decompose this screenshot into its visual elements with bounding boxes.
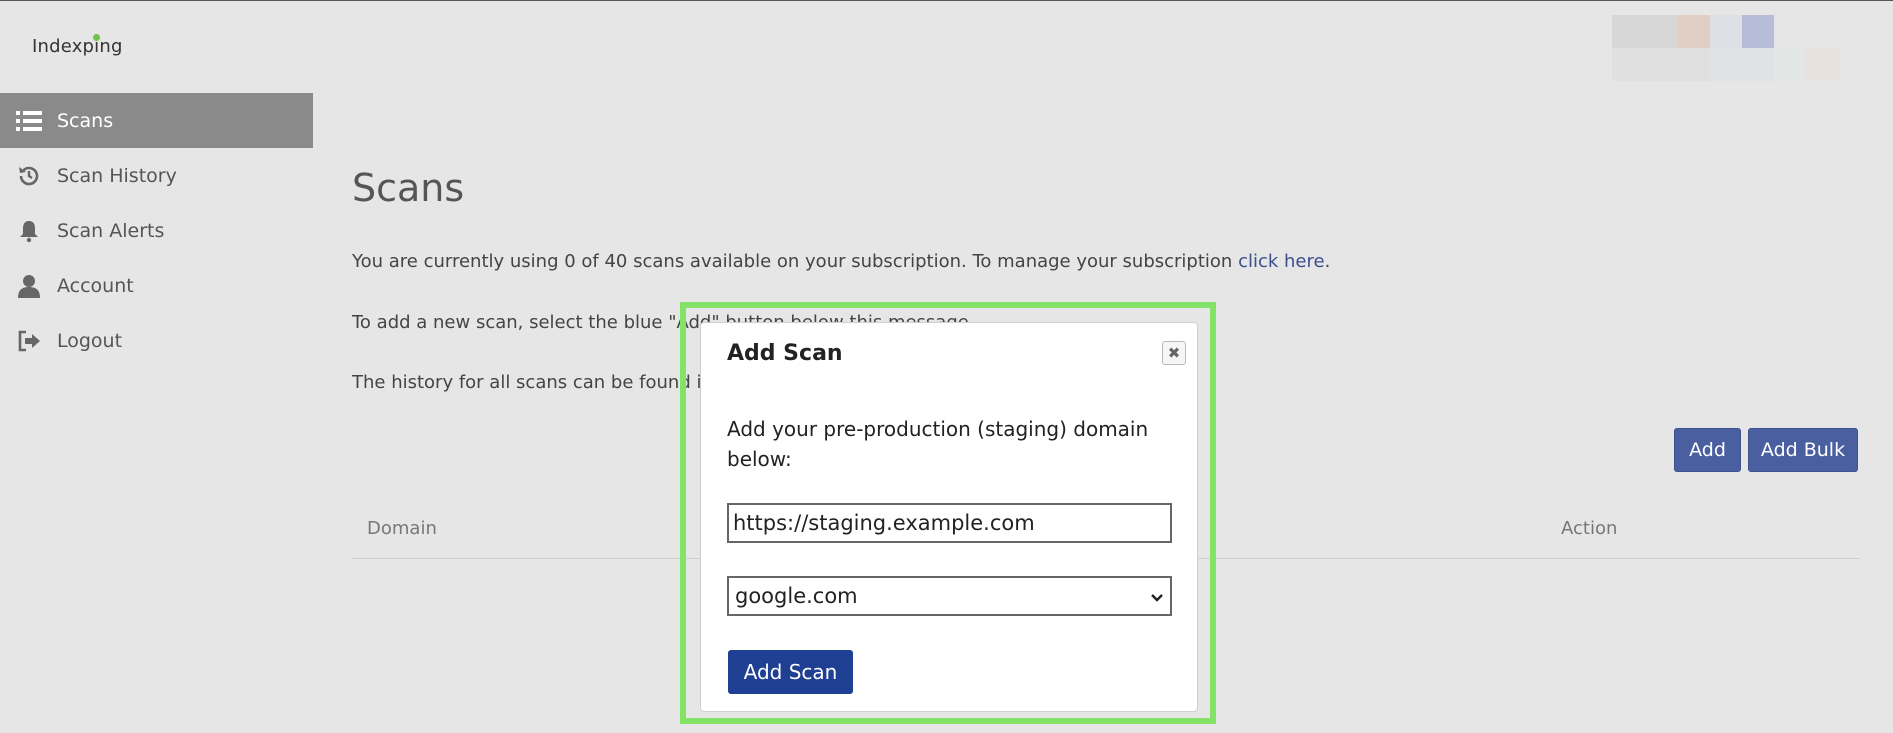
search-engine-select[interactable]: google.com [727, 576, 1172, 616]
sidebar-item-label: Scans [57, 109, 114, 132]
manage-subscription-link[interactable]: click here [1238, 251, 1325, 272]
usage-end: . [1324, 251, 1331, 272]
logo-dot [93, 34, 100, 41]
logout-icon [16, 328, 42, 354]
sidebar-item-label: Account [57, 274, 134, 297]
sidebar-item-logout[interactable]: Logout [0, 313, 313, 368]
column-header-domain[interactable]: Domain [367, 518, 437, 539]
user-icon [16, 273, 42, 299]
list-icon [16, 108, 42, 134]
column-header-action[interactable]: Action [1561, 518, 1617, 539]
add-scan-submit-button[interactable]: Add Scan [728, 650, 853, 694]
add-scan-modal: Add Scan ✖ Add your pre-production (stag… [700, 322, 1198, 712]
history-icon [16, 163, 42, 189]
usage-message: You are currently using 0 of 40 scans av… [352, 251, 1239, 272]
user-avatar-blurred[interactable] [1612, 15, 1840, 81]
sidebar-item-label: Logout [57, 329, 123, 352]
add-bulk-button[interactable]: Add Bulk [1748, 428, 1858, 472]
modal-description: Add your pre-production (staging) domain… [727, 417, 1149, 471]
sidebar-item-label: Scan History [57, 164, 177, 187]
add-button[interactable]: Add [1674, 428, 1741, 472]
sidebar-item-account[interactable]: Account [0, 258, 313, 313]
bell-icon [16, 218, 42, 244]
sidebar-item-label: Scan Alerts [57, 219, 165, 242]
search-engine-selected: google.com [735, 584, 858, 608]
domain-input[interactable] [727, 503, 1172, 543]
modal-title: Add Scan [727, 341, 843, 366]
sidebar-item-scans[interactable]: Scans [0, 93, 313, 148]
sidebar-item-scan-alerts[interactable]: Scan Alerts [0, 203, 313, 258]
page-title: Scans [352, 166, 465, 210]
logo[interactable]: Indexping [32, 36, 123, 57]
sidebar: Scans Scan History Scan Alerts Account L… [0, 93, 313, 368]
top-border [0, 0, 1893, 1]
sidebar-item-scan-history[interactable]: Scan History [0, 148, 313, 203]
history-text: The history for all scans can be found i… [352, 372, 713, 393]
close-icon[interactable]: ✖ [1162, 341, 1186, 365]
usage-text: You are currently using 0 of 40 scans av… [352, 251, 1330, 272]
chevron-down-icon [1150, 584, 1164, 608]
